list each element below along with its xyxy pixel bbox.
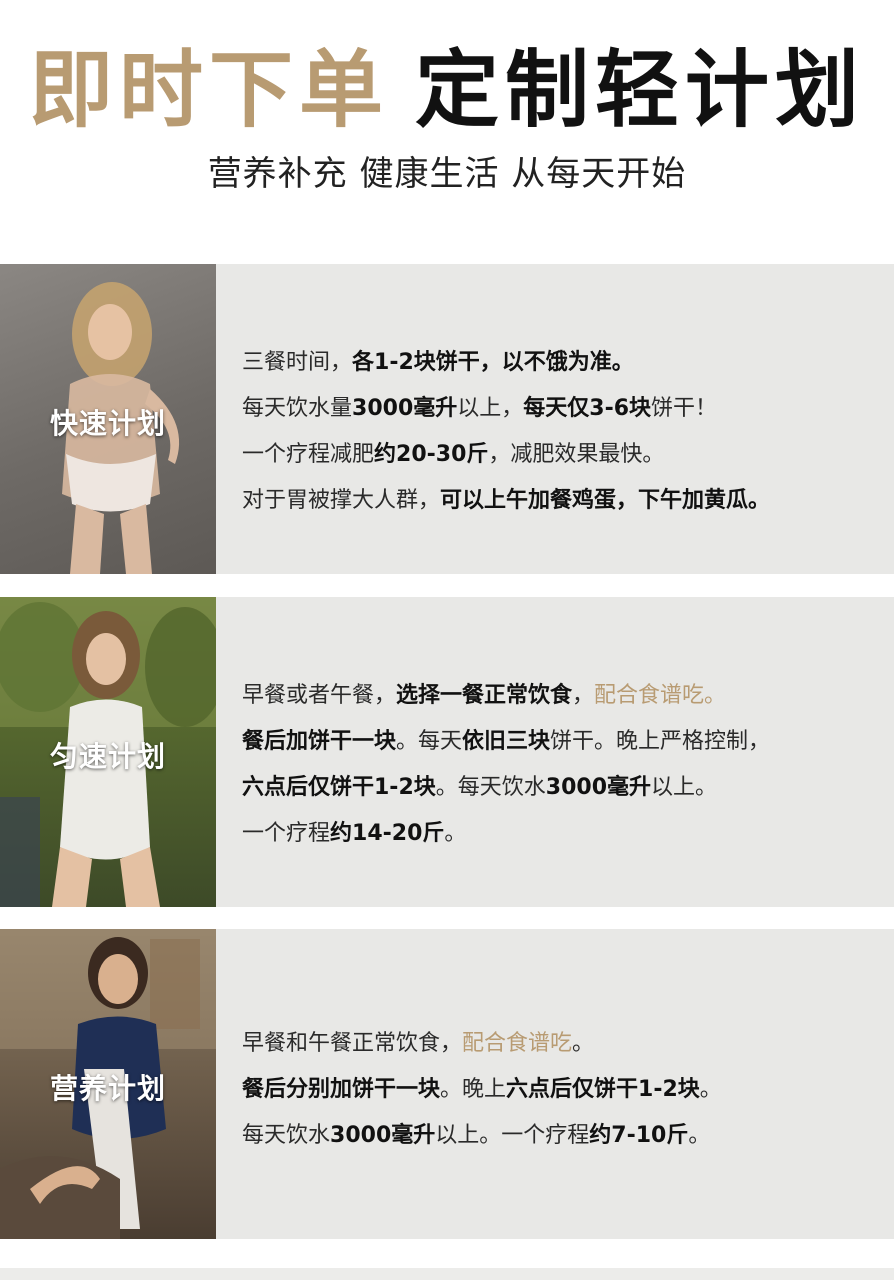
plain-text: 。 (688, 1123, 711, 1148)
plain-text: 以上。 (651, 775, 718, 800)
emphasis-text: 3000毫升 (330, 1123, 436, 1148)
page-header: 即时下单 定制轻计划 营养补充 健康生活 从每天开始 (0, 0, 894, 250)
plan-text-line: 每天饮水量3000毫升以上，每天仅3-6块饼干！ (242, 386, 882, 432)
plain-text: 早餐和午餐正常饮食， (242, 1031, 463, 1056)
plan-label: 匀速计划 (49, 740, 166, 773)
plain-text: 对于胃被撑大人群， (242, 488, 441, 513)
title-black-part: 定制轻计划 (415, 41, 866, 139)
page-subtitle: 营养补充 健康生活 从每天开始 (207, 154, 687, 194)
plain-text: 以上。一个疗程 (435, 1123, 590, 1148)
plan-text-line: 对于胃被撑大人群，可以上午加餐鸡蛋，下午加黄瓜。 (242, 478, 882, 524)
plan-label: 营养计划 (49, 1072, 166, 1105)
plain-text: 以上， (457, 396, 524, 421)
plan-card-fast: 快速计划 三餐时间，各1-2块饼干，以不饿为准。 每天饮水量3000毫升以上，每天… (0, 264, 894, 574)
plan-card-nutrition: 营养计划 早餐和午餐正常饮食，配合食谱吃。 餐后分别加饼干一块。晚上六点后仅饼干1… (0, 929, 894, 1239)
plain-text: 。 (572, 1031, 595, 1056)
emphasis-text: 可以上午加餐鸡蛋，下午加黄瓜。 (440, 488, 771, 513)
plain-text: 一个疗程减肥 (242, 442, 375, 467)
plan-description: 早餐或者午餐，选择一餐正常饮食，配合食谱吃。 餐后加饼干一块。每天依旧三块饼干。晚… (242, 673, 882, 857)
plain-text: 每天饮水量 (242, 396, 353, 421)
model-photo: 营养计划 (0, 929, 216, 1239)
emphasis-text: 餐后分别加饼干一块 (242, 1077, 441, 1102)
plain-text: ， (572, 683, 595, 708)
emphasis-text: 约20-30斤 (374, 442, 489, 467)
plan-text-line: 早餐或者午餐，选择一餐正常饮食，配合食谱吃。 (242, 673, 882, 719)
emphasis-text: 每天仅3-6块 (523, 396, 652, 421)
plain-text: 。每天 (396, 729, 463, 754)
bottom-divider (0, 1268, 894, 1280)
plan-text-line: 餐后分别加饼干一块。晚上六点后仅饼干1-2块。 (242, 1067, 882, 1113)
plan-text-line: 一个疗程约14-20斤。 (242, 811, 882, 857)
plain-text: 。 (699, 1077, 722, 1102)
emphasis-text: 3000毫升 (352, 396, 458, 421)
plan-description: 三餐时间，各1-2块饼干，以不饿为准。 每天饮水量3000毫升以上，每天仅3-6块… (242, 340, 882, 524)
plain-text: 。每天饮水 (435, 775, 546, 800)
emphasis-text: 约14-20斤 (330, 821, 445, 846)
plain-text: 三餐时间， (242, 350, 353, 375)
model-photo: 快速计划 (0, 264, 216, 574)
emphasis-text: 3000毫升 (545, 775, 651, 800)
plan-text-line: 每天饮水3000毫升以上。一个疗程约7-10斤。 (242, 1113, 882, 1159)
page-title: 即时下单 定制轻计划 (0, 40, 894, 140)
emphasis-text: 依旧三块 (462, 729, 551, 754)
plan-text-line: 三餐时间，各1-2块饼干，以不饿为准。 (242, 340, 882, 386)
plan-text-line: 六点后仅饼干1-2块。每天饮水3000毫升以上。 (242, 765, 882, 811)
plan-label: 快速计划 (49, 407, 166, 440)
plain-text: 。晚上 (440, 1077, 507, 1102)
plain-text: 饼干！ (651, 396, 718, 421)
plain-text: 。 (444, 821, 467, 846)
plan-text-line: 餐后加饼干一块。每天依旧三块饼干。晚上严格控制， (242, 719, 882, 765)
plain-text: 一个疗程 (242, 821, 331, 846)
accent-text: 配合食谱吃 (462, 1031, 573, 1056)
emphasis-text: 选择一餐正常饮食 (396, 683, 573, 708)
plan-text-line: 一个疗程减肥约20-30斤，减肥效果最快。 (242, 432, 882, 478)
plan-card-steady: 匀速计划 早餐或者午餐，选择一餐正常饮食，配合食谱吃。 餐后加饼干一块。每天依旧三… (0, 597, 894, 907)
plan-text-line: 早餐和午餐正常饮食，配合食谱吃。 (242, 1021, 882, 1067)
emphasis-text: 六点后仅饼干1-2块 (242, 775, 436, 800)
plain-text: ，减肥效果最快。 (488, 442, 665, 467)
emphasis-text: 六点后仅饼干1-2块 (506, 1077, 700, 1102)
plan-description: 早餐和午餐正常饮食，配合食谱吃。 餐后分别加饼干一块。晚上六点后仅饼干1-2块。每… (242, 1021, 882, 1159)
emphasis-text: 各1-2块饼干，以不饿为准。 (352, 350, 634, 375)
accent-text: 配合食谱吃。 (594, 683, 727, 708)
plain-text: 每天饮水 (242, 1123, 331, 1148)
emphasis-text: 约7-10斤 (589, 1123, 689, 1148)
model-photo: 匀速计划 (0, 597, 216, 907)
emphasis-text: 餐后加饼干一块 (242, 729, 397, 754)
plain-text: 早餐或者午餐， (242, 683, 397, 708)
title-gold-part: 即时下单 (28, 40, 389, 139)
plain-text: 饼干。晚上严格控制， (550, 729, 771, 754)
